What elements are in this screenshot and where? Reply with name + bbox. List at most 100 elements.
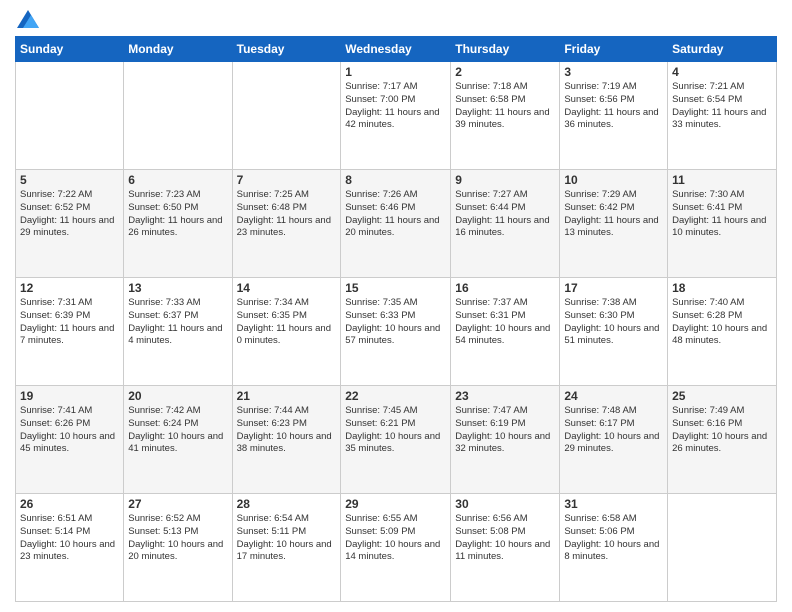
logo-icon: [17, 10, 39, 28]
day-info: Sunrise: 7:44 AM Sunset: 6:23 PM Dayligh…: [237, 405, 337, 456]
day-info: Sunrise: 7:47 AM Sunset: 6:19 PM Dayligh…: [455, 405, 555, 456]
day-info: Sunrise: 7:25 AM Sunset: 6:48 PM Dayligh…: [237, 189, 337, 240]
day-info: Sunrise: 7:30 AM Sunset: 6:41 PM Dayligh…: [672, 189, 772, 240]
calendar-day-cell: 14 Sunrise: 7:34 AM Sunset: 6:35 PM Dayli…: [232, 278, 341, 386]
day-of-week-header: Thursday: [451, 37, 560, 62]
calendar-day-cell: 12 Sunrise: 7:31 AM Sunset: 6:39 PM Dayli…: [16, 278, 124, 386]
day-number: 29: [345, 497, 446, 511]
day-info: Sunrise: 7:35 AM Sunset: 6:33 PM Dayligh…: [345, 297, 446, 348]
day-number: 26: [20, 497, 119, 511]
day-info: Sunrise: 7:41 AM Sunset: 6:26 PM Dayligh…: [20, 405, 119, 456]
calendar-day-cell: 13Sunrise: 7:33 AM Sunset: 6:37 PM Dayli…: [124, 278, 232, 386]
calendar-day-cell: 18 Sunrise: 7:40 AM Sunset: 6:28 PM Dayli…: [668, 278, 777, 386]
calendar-day-cell: 24Sunrise: 7:48 AM Sunset: 6:17 PM Dayli…: [560, 386, 668, 494]
day-number: 5: [20, 173, 119, 187]
calendar-header-row: SundayMondayTuesdayWednesdayThursdayFrid…: [16, 37, 777, 62]
day-info: Sunrise: 7:19 AM Sunset: 6:56 PM Dayligh…: [564, 81, 663, 132]
calendar-empty-cell: [124, 62, 232, 170]
calendar-day-cell: 9Sunrise: 7:27 AM Sunset: 6:44 PM Daylig…: [451, 170, 560, 278]
day-info: Sunrise: 7:21 AM Sunset: 6:54 PM Dayligh…: [672, 81, 772, 132]
day-number: 3: [564, 65, 663, 79]
day-of-week-header: Wednesday: [341, 37, 451, 62]
calendar-day-cell: 30 Sunrise: 6:56 AM Sunset: 5:08 PM Dayli…: [451, 494, 560, 602]
day-info: Sunrise: 6:54 AM Sunset: 5:11 PM Dayligh…: [237, 513, 337, 564]
calendar-week-row: 1Sunrise: 7:17 AM Sunset: 7:00 PM Daylig…: [16, 62, 777, 170]
calendar-week-row: 19 Sunrise: 7:41 AM Sunset: 6:26 PM Dayli…: [16, 386, 777, 494]
day-info: Sunrise: 6:58 AM Sunset: 5:06 PM Dayligh…: [564, 513, 663, 564]
calendar-day-cell: 28 Sunrise: 6:54 AM Sunset: 5:11 PM Dayli…: [232, 494, 341, 602]
day-number: 25: [672, 389, 772, 403]
day-number: 21: [237, 389, 337, 403]
day-info: Sunrise: 6:56 AM Sunset: 5:08 PM Dayligh…: [455, 513, 555, 564]
calendar-day-cell: 23Sunrise: 7:47 AM Sunset: 6:19 PM Dayli…: [451, 386, 560, 494]
calendar-week-row: 5 Sunrise: 7:22 AM Sunset: 6:52 PM Daylig…: [16, 170, 777, 278]
day-number: 18: [672, 281, 772, 295]
calendar-day-cell: 7Sunrise: 7:25 AM Sunset: 6:48 PM Daylig…: [232, 170, 341, 278]
day-info: Sunrise: 7:18 AM Sunset: 6:58 PM Dayligh…: [455, 81, 555, 132]
day-number: 27: [128, 497, 227, 511]
calendar-empty-cell: [16, 62, 124, 170]
calendar-day-cell: 3 Sunrise: 7:19 AM Sunset: 6:56 PM Daylig…: [560, 62, 668, 170]
calendar-day-cell: 22Sunrise: 7:45 AM Sunset: 6:21 PM Dayli…: [341, 386, 451, 494]
calendar-day-cell: 29 Sunrise: 6:55 AM Sunset: 5:09 PM Dayli…: [341, 494, 451, 602]
day-number: 15: [345, 281, 446, 295]
day-info: Sunrise: 7:29 AM Sunset: 6:42 PM Dayligh…: [564, 189, 663, 240]
calendar-empty-cell: [668, 494, 777, 602]
calendar-day-cell: 26 Sunrise: 6:51 AM Sunset: 5:14 PM Dayli…: [16, 494, 124, 602]
calendar-week-row: 12 Sunrise: 7:31 AM Sunset: 6:39 PM Dayli…: [16, 278, 777, 386]
calendar-day-cell: 20 Sunrise: 7:42 AM Sunset: 6:24 PM Dayli…: [124, 386, 232, 494]
day-info: Sunrise: 7:40 AM Sunset: 6:28 PM Dayligh…: [672, 297, 772, 348]
day-number: 13: [128, 281, 227, 295]
day-info: Sunrise: 7:17 AM Sunset: 7:00 PM Dayligh…: [345, 81, 446, 132]
calendar-day-cell: 2 Sunrise: 7:18 AM Sunset: 6:58 PM Daylig…: [451, 62, 560, 170]
calendar: SundayMondayTuesdayWednesdayThursdayFrid…: [15, 36, 777, 602]
day-of-week-header: Sunday: [16, 37, 124, 62]
day-number: 20: [128, 389, 227, 403]
calendar-day-cell: 27 Sunrise: 6:52 AM Sunset: 5:13 PM Dayli…: [124, 494, 232, 602]
day-info: Sunrise: 7:49 AM Sunset: 6:16 PM Dayligh…: [672, 405, 772, 456]
day-number: 12: [20, 281, 119, 295]
day-info: Sunrise: 7:26 AM Sunset: 6:46 PM Dayligh…: [345, 189, 446, 240]
day-info: Sunrise: 7:22 AM Sunset: 6:52 PM Dayligh…: [20, 189, 119, 240]
day-info: Sunrise: 7:38 AM Sunset: 6:30 PM Dayligh…: [564, 297, 663, 348]
logo: [15, 10, 39, 28]
day-number: 22: [345, 389, 446, 403]
day-info: Sunrise: 7:37 AM Sunset: 6:31 PM Dayligh…: [455, 297, 555, 348]
day-info: Sunrise: 6:55 AM Sunset: 5:09 PM Dayligh…: [345, 513, 446, 564]
logo-text: [15, 10, 39, 28]
calendar-day-cell: 16Sunrise: 7:37 AM Sunset: 6:31 PM Dayli…: [451, 278, 560, 386]
day-number: 4: [672, 65, 772, 79]
day-number: 9: [455, 173, 555, 187]
day-number: 14: [237, 281, 337, 295]
day-info: Sunrise: 7:23 AM Sunset: 6:50 PM Dayligh…: [128, 189, 227, 240]
calendar-empty-cell: [232, 62, 341, 170]
calendar-day-cell: 8 Sunrise: 7:26 AM Sunset: 6:46 PM Daylig…: [341, 170, 451, 278]
day-number: 10: [564, 173, 663, 187]
calendar-day-cell: 25 Sunrise: 7:49 AM Sunset: 6:16 PM Dayli…: [668, 386, 777, 494]
calendar-day-cell: 5 Sunrise: 7:22 AM Sunset: 6:52 PM Daylig…: [16, 170, 124, 278]
day-info: Sunrise: 7:42 AM Sunset: 6:24 PM Dayligh…: [128, 405, 227, 456]
day-number: 30: [455, 497, 555, 511]
day-number: 19: [20, 389, 119, 403]
day-of-week-header: Saturday: [668, 37, 777, 62]
calendar-day-cell: 31Sunrise: 6:58 AM Sunset: 5:06 PM Dayli…: [560, 494, 668, 602]
calendar-day-cell: 1Sunrise: 7:17 AM Sunset: 7:00 PM Daylig…: [341, 62, 451, 170]
calendar-day-cell: 21 Sunrise: 7:44 AM Sunset: 6:23 PM Dayli…: [232, 386, 341, 494]
day-of-week-header: Monday: [124, 37, 232, 62]
day-number: 28: [237, 497, 337, 511]
page: SundayMondayTuesdayWednesdayThursdayFrid…: [0, 0, 792, 612]
calendar-day-cell: 6 Sunrise: 7:23 AM Sunset: 6:50 PM Daylig…: [124, 170, 232, 278]
day-number: 6: [128, 173, 227, 187]
calendar-day-cell: 17Sunrise: 7:38 AM Sunset: 6:30 PM Dayli…: [560, 278, 668, 386]
day-number: 11: [672, 173, 772, 187]
day-of-week-header: Tuesday: [232, 37, 341, 62]
day-info: Sunrise: 6:51 AM Sunset: 5:14 PM Dayligh…: [20, 513, 119, 564]
day-info: Sunrise: 7:31 AM Sunset: 6:39 PM Dayligh…: [20, 297, 119, 348]
calendar-day-cell: 11 Sunrise: 7:30 AM Sunset: 6:41 PM Dayli…: [668, 170, 777, 278]
day-info: Sunrise: 7:48 AM Sunset: 6:17 PM Dayligh…: [564, 405, 663, 456]
day-info: Sunrise: 7:34 AM Sunset: 6:35 PM Dayligh…: [237, 297, 337, 348]
day-number: 8: [345, 173, 446, 187]
day-number: 2: [455, 65, 555, 79]
day-info: Sunrise: 6:52 AM Sunset: 5:13 PM Dayligh…: [128, 513, 227, 564]
calendar-day-cell: 15 Sunrise: 7:35 AM Sunset: 6:33 PM Dayli…: [341, 278, 451, 386]
